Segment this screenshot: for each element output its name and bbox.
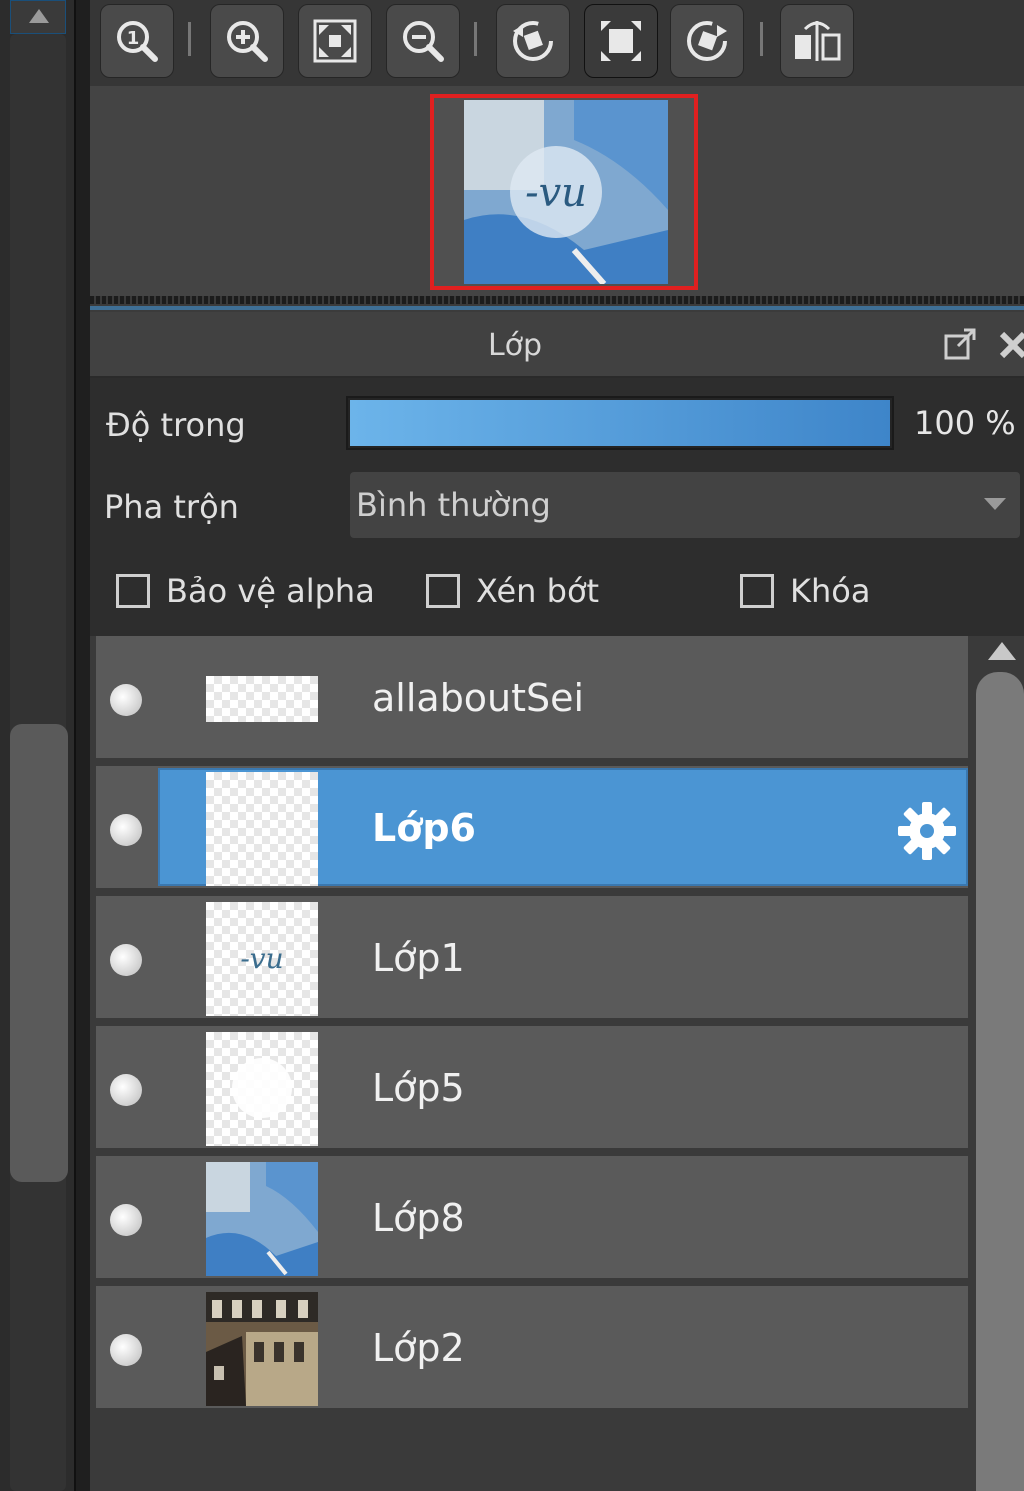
fit-window-button[interactable] xyxy=(298,4,372,78)
zoom-actual-button[interactable]: 1 xyxy=(100,4,174,78)
fullscreen-icon xyxy=(601,21,641,61)
visibility-toggle[interactable] xyxy=(110,944,142,976)
left-scroll-up-button[interactable] xyxy=(10,0,66,34)
svg-text:-vu: -vu xyxy=(525,170,587,216)
layer-name: Lớp6 xyxy=(372,806,476,850)
rotate-right-button[interactable] xyxy=(670,4,744,78)
blend-mode-value: Bình thường xyxy=(356,486,551,524)
left-scroll-strip xyxy=(0,0,76,1491)
navigator-splitter[interactable] xyxy=(90,296,1024,304)
clipping-box[interactable] xyxy=(426,574,460,608)
layer-name: Lớp2 xyxy=(372,1326,465,1370)
layer-name: Lớp1 xyxy=(372,936,465,980)
zoom-out-button[interactable] xyxy=(386,4,460,78)
toolbar-separator xyxy=(188,22,191,56)
fullscreen-button[interactable] xyxy=(584,4,658,78)
toolbar-separator xyxy=(474,22,477,56)
layer-thumbnail xyxy=(206,772,318,886)
layer-row[interactable]: Lớp2 xyxy=(96,1286,968,1412)
protect-alpha-checkbox[interactable]: Bảo vệ alpha xyxy=(116,572,375,610)
layer-row[interactable]: Lớp8 xyxy=(96,1156,968,1282)
blend-mode-select[interactable]: Bình thường xyxy=(350,472,1020,538)
list-scroll-up-button[interactable] xyxy=(988,642,1016,660)
opacity-slider-fill xyxy=(350,400,890,446)
navigator-preview-area: -vu xyxy=(90,86,1024,296)
layer-row-selected[interactable]: Lớp6 xyxy=(96,766,968,892)
layer-thumbnail xyxy=(206,1292,318,1406)
canvas-preview-image: -vu xyxy=(464,100,668,284)
layer-row[interactable]: allaboutSei xyxy=(96,636,968,762)
svg-text:-vu: -vu xyxy=(240,942,283,975)
opacity-slider[interactable] xyxy=(346,396,894,450)
opacity-label: Độ trong xyxy=(106,406,246,444)
lock-checkbox[interactable]: Khóa xyxy=(740,572,870,610)
chevron-down-icon xyxy=(984,498,1006,510)
svg-text:1: 1 xyxy=(127,28,140,49)
right-panel: 1 -vu Lớp Độ trong 100 % Pha trộn Bình t… xyxy=(90,0,1024,1491)
layer-row[interactable]: -vu Lớp1 xyxy=(96,896,968,1022)
visibility-toggle[interactable] xyxy=(110,1334,142,1366)
rotate-left-button[interactable] xyxy=(496,4,570,78)
opacity-value: 100 % xyxy=(914,404,1016,442)
protect-alpha-box[interactable] xyxy=(116,574,150,608)
visibility-toggle[interactable] xyxy=(110,1074,142,1106)
list-scrollbar[interactable] xyxy=(976,672,1024,1491)
lock-box[interactable] xyxy=(740,574,774,608)
layer-thumbnail xyxy=(206,676,318,722)
rotate-right-icon xyxy=(687,21,727,61)
zoom-in-button[interactable] xyxy=(210,4,284,78)
toolbar-separator xyxy=(760,22,763,56)
layer-thumbnail: -vu xyxy=(206,902,318,1016)
zoom-actual-icon: 1 xyxy=(117,21,158,62)
visibility-toggle[interactable] xyxy=(110,684,142,716)
popout-icon[interactable] xyxy=(942,326,978,362)
blend-mode-label: Pha trộn xyxy=(104,488,239,526)
zoom-out-icon xyxy=(403,21,444,62)
layer-name: allaboutSei xyxy=(372,676,585,720)
layer-properties: Độ trong 100 % Pha trộn Bình thường Bảo … xyxy=(90,378,1024,636)
layer-row[interactable]: Lớp5 xyxy=(96,1026,968,1152)
visibility-toggle[interactable] xyxy=(110,1204,142,1236)
flip-button[interactable] xyxy=(780,4,854,78)
clipping-label: Xén bớt xyxy=(476,572,600,610)
fit-window-icon xyxy=(313,19,357,63)
layer-thumbnail xyxy=(206,1032,318,1146)
clipping-checkbox[interactable]: Xén bớt xyxy=(426,572,599,610)
gear-icon[interactable] xyxy=(896,800,958,862)
flip-icon xyxy=(795,21,841,61)
navigator-viewport-frame[interactable]: -vu xyxy=(430,94,698,290)
layer-name: Lớp8 xyxy=(372,1196,465,1240)
layer-panel-title: Lớp xyxy=(487,328,543,363)
visibility-toggle[interactable] xyxy=(110,814,142,846)
lock-label: Khóa xyxy=(790,572,871,610)
layer-panel-header: Lớp xyxy=(90,312,1024,378)
protect-alpha-label: Bảo vệ alpha xyxy=(166,572,375,610)
splitter-accent-line xyxy=(90,306,1024,310)
rotate-left-icon xyxy=(513,21,553,61)
left-scroll-thumb[interactable] xyxy=(10,724,68,1182)
zoom-in-icon xyxy=(227,21,268,62)
close-icon[interactable] xyxy=(996,326,1024,362)
layer-name: Lớp5 xyxy=(372,1066,465,1110)
navigator-toolbar: 1 xyxy=(90,0,1024,86)
layer-thumbnail xyxy=(206,1162,318,1276)
